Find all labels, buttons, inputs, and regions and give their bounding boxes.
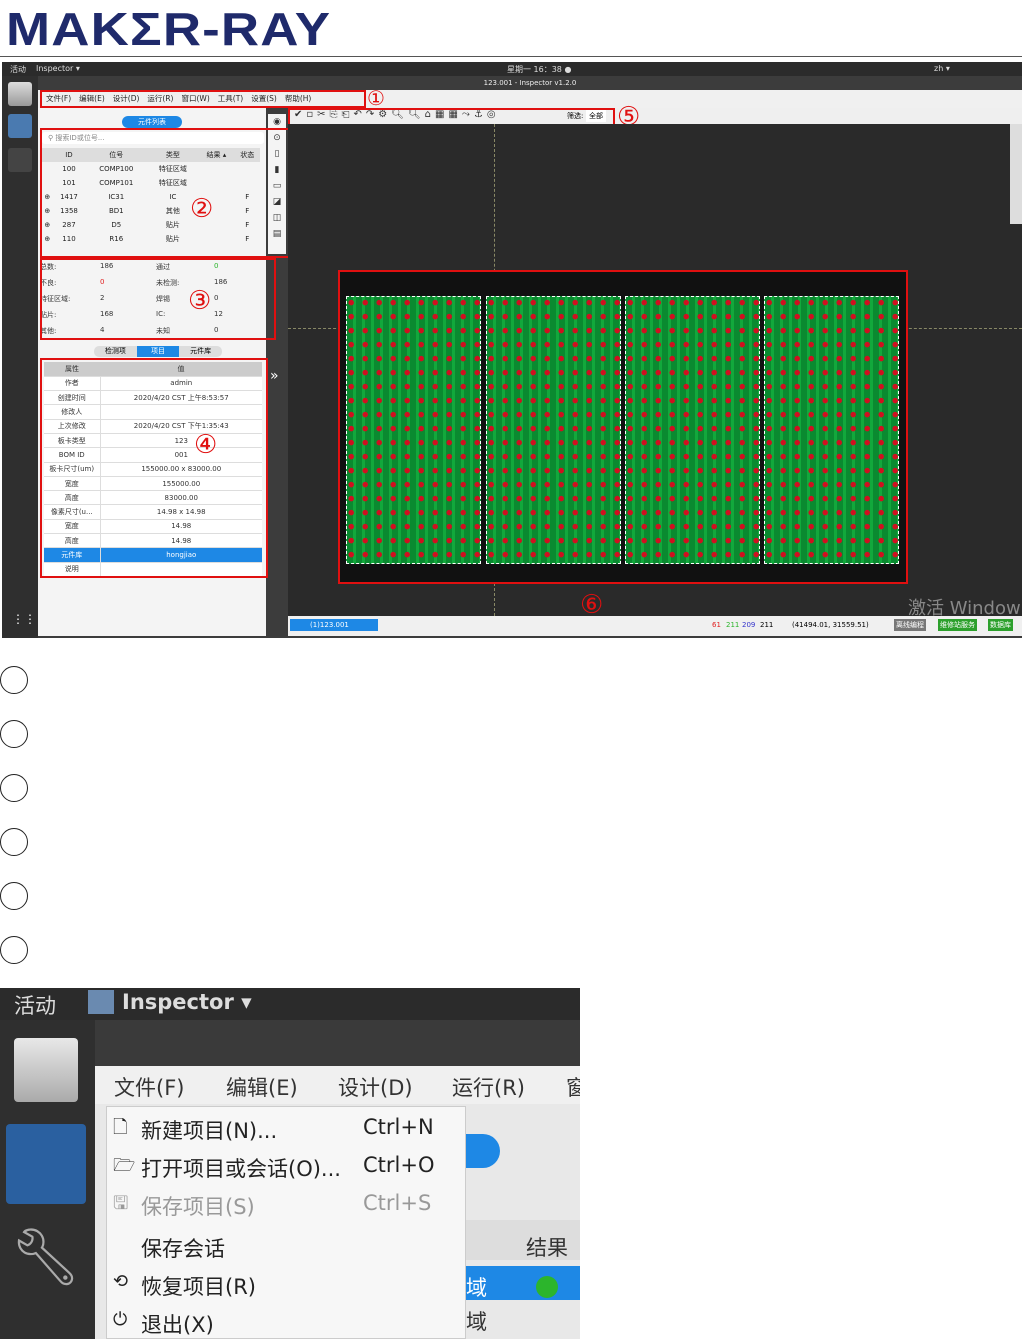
- menu-item-label: 恢复项目(R): [141, 1275, 256, 1299]
- eagle-icon: [88, 990, 114, 1014]
- file-menu-item[interactable]: ⟲ 恢复项目(R): [107, 1265, 467, 1303]
- repair-button[interactable]: 维修站服务: [938, 619, 977, 631]
- menu-item-icon: 🗋: [113, 1117, 128, 1138]
- tools-icon[interactable]: [8, 148, 32, 172]
- legend-circle: [0, 774, 28, 802]
- offline-button[interactable]: 离线编程: [894, 619, 926, 631]
- language[interactable]: zh ▾: [934, 64, 950, 73]
- count-green: 211: [726, 621, 740, 629]
- count-blue: 209: [742, 621, 756, 629]
- menu-edit[interactable]: 编辑(E): [226, 1072, 298, 1102]
- menu-item-icon: ⟲: [113, 1271, 129, 1292]
- app-menu[interactable]: Inspector ▾: [122, 990, 252, 1014]
- system-topbar: 活动 Inspector ▾ 星期一 16：38 ● zh ▾: [2, 62, 1022, 76]
- callout-3: ③: [188, 286, 212, 316]
- file-dropdown: 🗋 新建项目(N)... Ctrl+N 🗁 打开项目或会话(O)... Ctrl+O 🖫 保存…: [106, 1106, 466, 1339]
- app-screenshot: 活动 Inspector ▾ 星期一 16：38 ● zh ▾ ⋮⋮ 123.0…: [2, 62, 1022, 638]
- wrench-icon[interactable]: 🔧︎: [10, 1224, 81, 1290]
- menu-item-shortcut: Ctrl+N: [363, 1115, 434, 1139]
- callout-box-6: [338, 270, 908, 584]
- count-total: 211: [760, 621, 774, 629]
- menu-item-icon: ⏻: [113, 1309, 128, 1330]
- pcb-canvas[interactable]: ⑥ 激活 Window: [288, 124, 1022, 620]
- expand-arrow[interactable]: »: [270, 368, 279, 384]
- eagle-app-icon[interactable]: [8, 114, 32, 138]
- legend-circle: [0, 666, 28, 694]
- file-menu-item[interactable]: 🗋 新建项目(N)... Ctrl+N: [107, 1109, 467, 1147]
- callout-box-2: [40, 128, 290, 258]
- menu-run[interactable]: 运行(R): [452, 1072, 525, 1102]
- menu-file[interactable]: 文件(F): [114, 1072, 184, 1102]
- callout-box-4: [40, 358, 268, 578]
- bg-cell: 域: [466, 1276, 487, 1300]
- legend-circle: [0, 882, 28, 910]
- files-icon[interactable]: [8, 82, 32, 106]
- apps-grid-icon[interactable]: ⋮⋮: [12, 612, 36, 626]
- callout-2: ②: [190, 194, 214, 224]
- legend-circle: [0, 720, 28, 748]
- property-tabs: 检测项 项目 元件库: [94, 346, 222, 357]
- window-title: 123.001 - Inspector v1.2.0: [38, 76, 1022, 90]
- legend-circle: [0, 828, 28, 856]
- divider: [0, 56, 1022, 57]
- menu-item-label: 新建项目(N)...: [141, 1119, 278, 1143]
- eagle-app-icon[interactable]: [6, 1124, 86, 1204]
- document-tab[interactable]: (1)123.001: [290, 619, 378, 631]
- database-button[interactable]: 数据库: [988, 619, 1013, 631]
- file-menu-item[interactable]: 保存会话: [107, 1227, 467, 1265]
- files-icon[interactable]: [14, 1038, 78, 1102]
- menu-item-shortcut: Ctrl+S: [363, 1191, 432, 1215]
- menu-window[interactable]: 窗: [566, 1072, 580, 1102]
- tab-inspection[interactable]: 检测项: [94, 346, 137, 357]
- menu-item-label: 保存项目(S): [141, 1195, 255, 1219]
- tab-library[interactable]: 元件库: [179, 346, 222, 357]
- legend-circle: [0, 936, 28, 964]
- logo: MAKΣR-RAY: [6, 3, 332, 55]
- status-bar: (1)123.001 61 211 209 211 (41494.01, 315…: [288, 616, 1022, 636]
- app-menu[interactable]: Inspector ▾: [36, 64, 80, 73]
- coords: (41494.01, 31559.51): [792, 621, 869, 629]
- menu-item-icon: 🗁: [113, 1155, 136, 1176]
- dock: ⋮⋮: [2, 76, 38, 638]
- activities[interactable]: 活动: [14, 990, 56, 1020]
- menu-item-label: 退出(X): [141, 1313, 214, 1337]
- menu-item-shortcut: Ctrl+O: [363, 1153, 435, 1177]
- callout-4: ④: [194, 430, 218, 460]
- menu-item-icon: 🖫: [113, 1193, 129, 1214]
- callout-box-3: [40, 258, 276, 340]
- file-menu-screenshot: 活动 Inspector ▾ 🔧︎ 文件(F) 编辑(E) 设计(D) 运行(R…: [0, 988, 580, 1339]
- view-tools[interactable]: [1010, 124, 1022, 224]
- menu-design[interactable]: 设计(D): [338, 1072, 413, 1102]
- file-menu-item[interactable]: ⏻ 退出(X): [107, 1303, 467, 1339]
- menu-item-label: 保存会话: [141, 1237, 225, 1261]
- callout-1: ①: [367, 86, 385, 110]
- count-red: 61: [712, 621, 721, 629]
- clock: 星期一 16：38 ●: [507, 65, 572, 74]
- component-list-tab[interactable]: 元件列表: [122, 116, 182, 128]
- file-menu-item[interactable]: 🗁 打开项目或会话(O)... Ctrl+O: [107, 1147, 467, 1185]
- tab-project[interactable]: 项目: [136, 346, 180, 357]
- file-menu-item[interactable]: 🖫 保存项目(S) Ctrl+S: [107, 1185, 467, 1223]
- callout-box-1: [40, 90, 366, 108]
- activities[interactable]: 活动: [10, 64, 26, 75]
- menu-item-label: 打开项目或会话(O)...: [141, 1157, 341, 1181]
- bg-cell: 域: [466, 1310, 487, 1334]
